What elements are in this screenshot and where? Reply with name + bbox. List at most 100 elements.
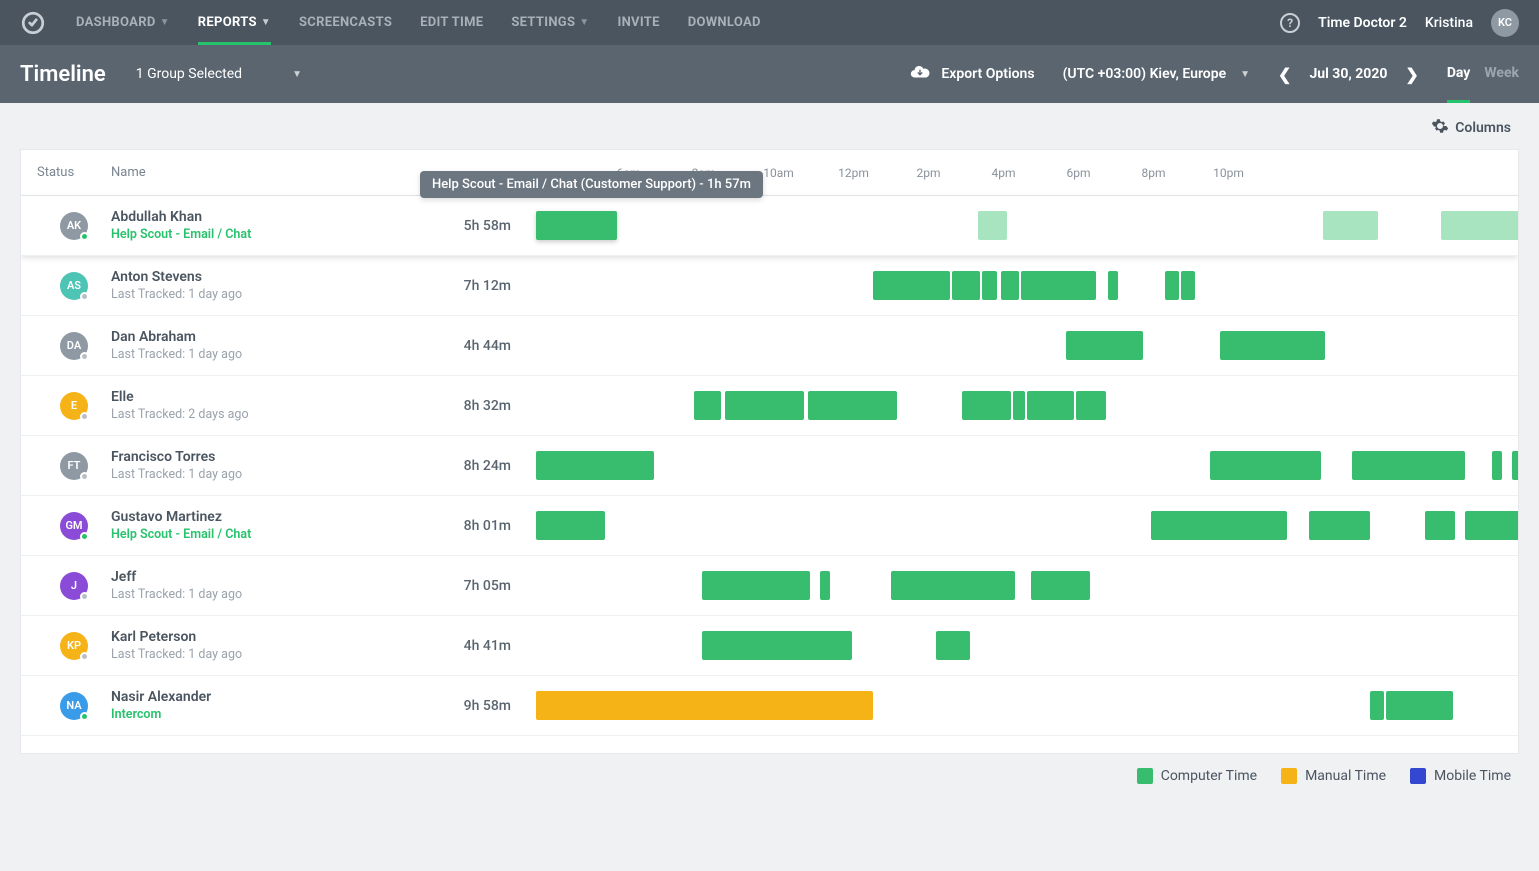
time-bar[interactable] <box>1492 451 1502 480</box>
time-bar[interactable] <box>962 391 1011 420</box>
time-bar[interactable] <box>1001 271 1019 300</box>
total-time: 8h 24m <box>391 458 536 474</box>
time-bar[interactable] <box>694 391 720 420</box>
help-icon[interactable]: ? <box>1280 13 1300 33</box>
next-date-button[interactable]: ❯ <box>1405 65 1418 84</box>
time-bar[interactable] <box>1021 271 1096 300</box>
timezone-selector[interactable]: (UTC +03:00) Kiev, Europe ▼ <box>1063 66 1250 82</box>
columns-button[interactable]: Columns <box>1431 117 1511 139</box>
header-status[interactable]: Status <box>21 165 111 180</box>
time-bar[interactable] <box>1465 511 1518 540</box>
nav-invite[interactable]: INVITE <box>617 0 659 45</box>
status-dot-icon <box>80 472 89 481</box>
time-bar[interactable] <box>1220 331 1326 360</box>
time-bar[interactable] <box>808 391 897 420</box>
prev-date-button[interactable]: ❮ <box>1278 65 1291 84</box>
nav-screencasts[interactable]: SCREENCASTS <box>299 0 392 45</box>
nav-dashboard[interactable]: DASHBOARD▼ <box>76 0 170 45</box>
cloud-download-icon <box>909 61 931 87</box>
legend: Computer Time Manual Time Mobile Time <box>0 760 1539 798</box>
product-name: Time Doctor 2 <box>1318 15 1407 31</box>
time-bar[interactable] <box>1370 691 1384 720</box>
group-selector[interactable]: 1 Group Selected ▼ <box>136 66 302 82</box>
hour-label: 12pm <box>816 166 891 180</box>
hour-label: 4pm <box>966 166 1041 180</box>
time-bar[interactable] <box>1512 451 1518 480</box>
user-avatar[interactable]: KC <box>1491 9 1519 37</box>
time-bar[interactable] <box>1441 211 1518 240</box>
nav-edit time[interactable]: EDIT TIME <box>420 0 483 45</box>
table-row[interactable]: JJeffLast Tracked: 1 day ago7h 05m <box>21 556 1518 616</box>
time-bar[interactable] <box>982 271 996 300</box>
time-bar[interactable] <box>1031 571 1090 600</box>
total-time: 7h 12m <box>391 278 536 294</box>
status-dot-icon <box>80 232 89 241</box>
total-time: 4h 41m <box>391 638 536 654</box>
hour-label: 10pm <box>1191 166 1266 180</box>
user-name: Dan Abraham <box>111 329 391 345</box>
user-avatar: FT <box>60 452 88 480</box>
user-avatar: KP <box>60 632 88 660</box>
table-row[interactable]: GMGustavo MartinezHelp Scout - Email / C… <box>21 496 1518 556</box>
view-week-tab[interactable]: Week <box>1484 65 1519 83</box>
time-bar[interactable] <box>536 691 873 720</box>
nav-reports[interactable]: REPORTS▼ <box>198 0 271 45</box>
time-bar[interactable] <box>820 571 830 600</box>
time-bar[interactable] <box>1309 511 1370 540</box>
time-bar[interactable] <box>1027 391 1074 420</box>
view-day-tab[interactable]: Day <box>1447 65 1471 83</box>
table-row[interactable]: EElleLast Tracked: 2 days ago8h 32m <box>21 376 1518 436</box>
time-bar[interactable] <box>536 211 617 240</box>
time-bar[interactable] <box>536 451 654 480</box>
time-bar[interactable] <box>1013 391 1025 420</box>
table-row[interactable]: FTFrancisco TorresLast Tracked: 1 day ag… <box>21 436 1518 496</box>
time-bar[interactable] <box>1151 511 1287 540</box>
time-bar[interactable] <box>725 391 804 420</box>
time-bar[interactable] <box>702 571 810 600</box>
table-row[interactable]: NANasir AlexanderIntercom9h 58m <box>21 676 1518 736</box>
time-bar[interactable] <box>536 511 605 540</box>
user-name[interactable]: Kristina <box>1425 15 1473 31</box>
time-bar[interactable] <box>1181 271 1195 300</box>
header-name[interactable]: Name <box>111 165 391 180</box>
table-row[interactable]: KPKarl PetersonLast Tracked: 1 day ago4h… <box>21 616 1518 676</box>
time-bar[interactable] <box>936 631 970 660</box>
time-bar[interactable] <box>1165 271 1179 300</box>
table-row[interactable]: AKAbdullah KhanHelp Scout - Email / Chat… <box>21 196 1518 256</box>
nav-download[interactable]: DOWNLOAD <box>688 0 761 45</box>
user-avatar: GM <box>60 512 88 540</box>
swatch-yellow <box>1281 768 1297 784</box>
time-bar[interactable] <box>1323 211 1378 240</box>
timezone-label: (UTC +03:00) Kiev, Europe <box>1063 66 1227 82</box>
time-bar[interactable] <box>1210 451 1322 480</box>
time-bar[interactable] <box>1352 451 1466 480</box>
chevron-down-icon: ▼ <box>1240 69 1250 80</box>
columns-label: Columns <box>1455 120 1511 136</box>
user-name: Anton Stevens <box>111 269 391 285</box>
time-bar[interactable] <box>1425 511 1455 540</box>
total-time: 7h 05m <box>391 578 536 594</box>
timeline-cell <box>536 196 1518 255</box>
time-bar[interactable] <box>952 271 980 300</box>
user-subtitle: Help Scout - Email / Chat <box>111 227 391 242</box>
logo-icon[interactable] <box>20 10 46 36</box>
table-row[interactable]: ASAnton StevensLast Tracked: 1 day ago7h… <box>21 256 1518 316</box>
user-subtitle: Last Tracked: 1 day ago <box>111 647 391 662</box>
time-bar[interactable] <box>1066 331 1143 360</box>
user-avatar: NA <box>60 692 88 720</box>
export-button[interactable]: Export Options <box>909 61 1034 87</box>
chevron-down-icon: ▼ <box>160 17 170 28</box>
time-bar[interactable] <box>1386 691 1453 720</box>
time-bar[interactable] <box>1108 271 1118 300</box>
date-label[interactable]: Jul 30, 2020 <box>1309 66 1387 82</box>
nav-settings[interactable]: SETTINGS▼ <box>511 0 589 45</box>
hour-label: 6pm <box>1041 166 1116 180</box>
time-bar[interactable] <box>702 631 852 660</box>
time-bar[interactable] <box>873 271 950 300</box>
swatch-green <box>1137 768 1153 784</box>
time-bar[interactable] <box>978 211 1006 240</box>
table-scroll-area[interactable]: Status Name 6am8am10am12pm2pm4pm6pm8pm10… <box>21 150 1518 753</box>
time-bar[interactable] <box>891 571 1015 600</box>
time-bar[interactable] <box>1076 391 1106 420</box>
table-row[interactable]: DADan AbrahamLast Tracked: 1 day ago4h 4… <box>21 316 1518 376</box>
